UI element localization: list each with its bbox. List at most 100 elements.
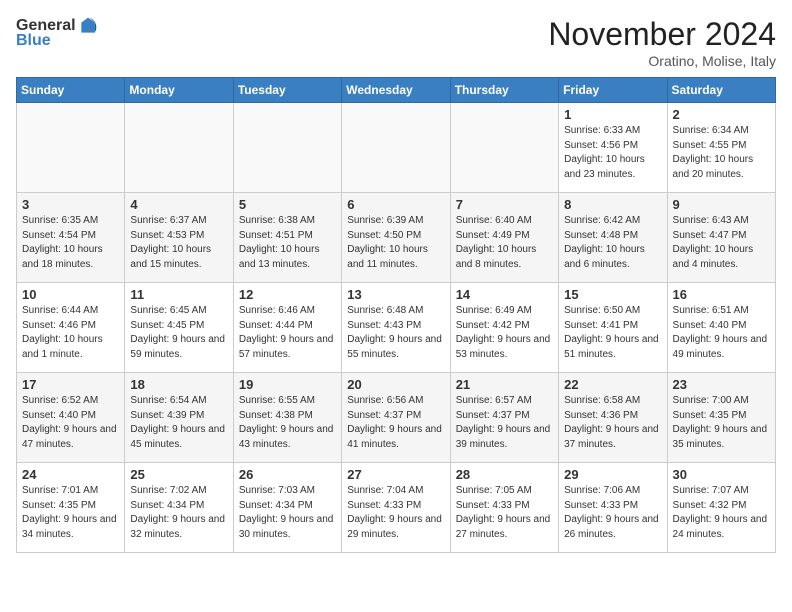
day-number: 5 bbox=[239, 197, 336, 212]
day-number: 14 bbox=[456, 287, 553, 302]
day-number: 17 bbox=[22, 377, 119, 392]
calendar-cell: 29Sunrise: 7:06 AM Sunset: 4:33 PM Dayli… bbox=[559, 463, 667, 553]
day-number: 29 bbox=[564, 467, 661, 482]
weekday-header-monday: Monday bbox=[125, 78, 233, 103]
day-info: Sunrise: 6:42 AM Sunset: 4:48 PM Dayligh… bbox=[564, 214, 661, 272]
calendar-cell bbox=[342, 103, 450, 193]
calendar-cell: 25 Sunrise: 7:02 AM Sunset: 4:34 PM Dayli… bbox=[125, 463, 233, 553]
day-info: Sunrise: 7:03 AM Sunset: 4:34 PM Dayligh… bbox=[239, 484, 336, 542]
day-info: Sunrise: 6:57 AM Sunset: 4:37 PM Dayligh… bbox=[456, 394, 553, 452]
day-number: 11 bbox=[130, 287, 227, 302]
logo-icon bbox=[78, 16, 98, 36]
weekday-header-saturday: Saturday bbox=[667, 78, 775, 103]
day-info: Sunrise: 7:02 AM Sunset: 4:34 PM Dayligh… bbox=[130, 484, 227, 542]
calendar-cell: 22 Sunrise: 6:58 AM Sunset: 4:36 PM Dayli… bbox=[559, 373, 667, 463]
day-number: 27 bbox=[347, 467, 444, 482]
day-info: Sunrise: 7:04 AM Sunset: 4:33 PM Dayligh… bbox=[347, 484, 444, 542]
day-number: 26 bbox=[239, 467, 336, 482]
calendar-week-row: 1 Sunrise: 6:33 AM Sunset: 4:56 PM Daylig… bbox=[17, 103, 776, 193]
day-info: Sunrise: 6:39 AM Sunset: 4:50 PM Dayligh… bbox=[347, 214, 444, 272]
day-number: 28 bbox=[456, 467, 553, 482]
day-number: 8 bbox=[564, 197, 661, 212]
day-info: Sunrise: 7:05 AM Sunset: 4:33 PM Dayligh… bbox=[456, 484, 553, 542]
calendar-cell: 5 Sunrise: 6:38 AM Sunset: 4:51 PM Daylig… bbox=[233, 193, 341, 283]
weekday-header-wednesday: Wednesday bbox=[342, 78, 450, 103]
calendar-cell: 7 Sunrise: 6:40 AM Sunset: 4:49 PM Daylig… bbox=[450, 193, 558, 283]
day-info: Sunrise: 6:54 AM Sunset: 4:39 PM Dayligh… bbox=[130, 394, 227, 452]
day-info: Sunrise: 6:40 AM Sunset: 4:49 PM Dayligh… bbox=[456, 214, 553, 272]
day-number: 3 bbox=[22, 197, 119, 212]
title-block: November 2024 Oratino, Molise, Italy bbox=[548, 16, 776, 69]
calendar-cell: 3Sunrise: 6:35 AM Sunset: 4:54 PM Daylig… bbox=[17, 193, 125, 283]
calendar-cell: 2Sunrise: 6:34 AM Sunset: 4:55 PM Daylig… bbox=[667, 103, 775, 193]
calendar-cell: 26 Sunrise: 7:03 AM Sunset: 4:34 PM Dayli… bbox=[233, 463, 341, 553]
calendar-cell: 11 Sunrise: 6:45 AM Sunset: 4:45 PM Dayli… bbox=[125, 283, 233, 373]
day-info: Sunrise: 6:51 AM Sunset: 4:40 PM Dayligh… bbox=[673, 304, 770, 362]
page-header: General Blue November 2024 Oratino, Moli… bbox=[16, 16, 776, 69]
day-info: Sunrise: 6:46 AM Sunset: 4:44 PM Dayligh… bbox=[239, 304, 336, 362]
logo-blue-text: Blue bbox=[16, 32, 51, 50]
weekday-header-friday: Friday bbox=[559, 78, 667, 103]
day-number: 2 bbox=[673, 107, 770, 122]
day-info: Sunrise: 7:01 AM Sunset: 4:35 PM Dayligh… bbox=[22, 484, 119, 542]
calendar-cell: 13Sunrise: 6:48 AM Sunset: 4:43 PM Dayli… bbox=[342, 283, 450, 373]
calendar-cell: 9 Sunrise: 6:43 AM Sunset: 4:47 PM Daylig… bbox=[667, 193, 775, 283]
calendar-cell: 18 Sunrise: 6:54 AM Sunset: 4:39 PM Dayli… bbox=[125, 373, 233, 463]
day-number: 1 bbox=[564, 107, 661, 122]
calendar-cell bbox=[125, 103, 233, 193]
calendar-cell bbox=[233, 103, 341, 193]
day-info: Sunrise: 6:43 AM Sunset: 4:47 PM Dayligh… bbox=[673, 214, 770, 272]
day-number: 6 bbox=[347, 197, 444, 212]
day-info: Sunrise: 6:55 AM Sunset: 4:38 PM Dayligh… bbox=[239, 394, 336, 452]
day-number: 10 bbox=[22, 287, 119, 302]
calendar-week-row: 24 Sunrise: 7:01 AM Sunset: 4:35 PM Dayli… bbox=[17, 463, 776, 553]
day-number: 24 bbox=[22, 467, 119, 482]
day-info: Sunrise: 6:37 AM Sunset: 4:53 PM Dayligh… bbox=[130, 214, 227, 272]
calendar-cell bbox=[450, 103, 558, 193]
calendar-cell: 4 Sunrise: 6:37 AM Sunset: 4:53 PM Daylig… bbox=[125, 193, 233, 283]
day-info: Sunrise: 6:44 AM Sunset: 4:46 PM Dayligh… bbox=[22, 304, 119, 362]
day-number: 21 bbox=[456, 377, 553, 392]
day-number: 9 bbox=[673, 197, 770, 212]
day-info: Sunrise: 6:50 AM Sunset: 4:41 PM Dayligh… bbox=[564, 304, 661, 362]
day-number: 30 bbox=[673, 467, 770, 482]
day-number: 23 bbox=[673, 377, 770, 392]
logo: General Blue bbox=[16, 16, 98, 50]
calendar-cell: 6 Sunrise: 6:39 AM Sunset: 4:50 PM Daylig… bbox=[342, 193, 450, 283]
calendar-cell: 24 Sunrise: 7:01 AM Sunset: 4:35 PM Dayli… bbox=[17, 463, 125, 553]
day-number: 15 bbox=[564, 287, 661, 302]
day-info: Sunrise: 7:07 AM Sunset: 4:32 PM Dayligh… bbox=[673, 484, 770, 542]
month-title: November 2024 bbox=[548, 16, 776, 53]
day-number: 13 bbox=[347, 287, 444, 302]
weekday-header-thursday: Thursday bbox=[450, 78, 558, 103]
day-number: 16 bbox=[673, 287, 770, 302]
weekday-header-row: SundayMondayTuesdayWednesdayThursdayFrid… bbox=[17, 78, 776, 103]
calendar-week-row: 3Sunrise: 6:35 AM Sunset: 4:54 PM Daylig… bbox=[17, 193, 776, 283]
calendar-cell: 8 Sunrise: 6:42 AM Sunset: 4:48 PM Daylig… bbox=[559, 193, 667, 283]
day-info: Sunrise: 6:45 AM Sunset: 4:45 PM Dayligh… bbox=[130, 304, 227, 362]
calendar-cell: 28 Sunrise: 7:05 AM Sunset: 4:33 PM Dayli… bbox=[450, 463, 558, 553]
calendar-cell: 19 Sunrise: 6:55 AM Sunset: 4:38 PM Dayli… bbox=[233, 373, 341, 463]
calendar-cell bbox=[17, 103, 125, 193]
day-number: 18 bbox=[130, 377, 227, 392]
calendar-cell: 12Sunrise: 6:46 AM Sunset: 4:44 PM Dayli… bbox=[233, 283, 341, 373]
day-info: Sunrise: 6:52 AM Sunset: 4:40 PM Dayligh… bbox=[22, 394, 119, 452]
calendar-week-row: 10 Sunrise: 6:44 AM Sunset: 4:46 PM Dayli… bbox=[17, 283, 776, 373]
day-info: Sunrise: 6:38 AM Sunset: 4:51 PM Dayligh… bbox=[239, 214, 336, 272]
calendar-cell: 30 Sunrise: 7:07 AM Sunset: 4:32 PM Dayli… bbox=[667, 463, 775, 553]
calendar-cell: 10 Sunrise: 6:44 AM Sunset: 4:46 PM Dayli… bbox=[17, 283, 125, 373]
day-info: Sunrise: 6:58 AM Sunset: 4:36 PM Dayligh… bbox=[564, 394, 661, 452]
weekday-header-sunday: Sunday bbox=[17, 78, 125, 103]
day-number: 19 bbox=[239, 377, 336, 392]
day-info: Sunrise: 6:33 AM Sunset: 4:56 PM Dayligh… bbox=[564, 124, 661, 182]
day-number: 25 bbox=[130, 467, 227, 482]
calendar-cell: 23Sunrise: 7:00 AM Sunset: 4:35 PM Dayli… bbox=[667, 373, 775, 463]
weekday-header-tuesday: Tuesday bbox=[233, 78, 341, 103]
calendar-cell: 20Sunrise: 6:56 AM Sunset: 4:37 PM Dayli… bbox=[342, 373, 450, 463]
calendar-cell: 17 Sunrise: 6:52 AM Sunset: 4:40 PM Dayli… bbox=[17, 373, 125, 463]
day-number: 22 bbox=[564, 377, 661, 392]
day-number: 7 bbox=[456, 197, 553, 212]
calendar-cell: 16 Sunrise: 6:51 AM Sunset: 4:40 PM Dayli… bbox=[667, 283, 775, 373]
calendar-cell: 1 Sunrise: 6:33 AM Sunset: 4:56 PM Daylig… bbox=[559, 103, 667, 193]
day-number: 4 bbox=[130, 197, 227, 212]
